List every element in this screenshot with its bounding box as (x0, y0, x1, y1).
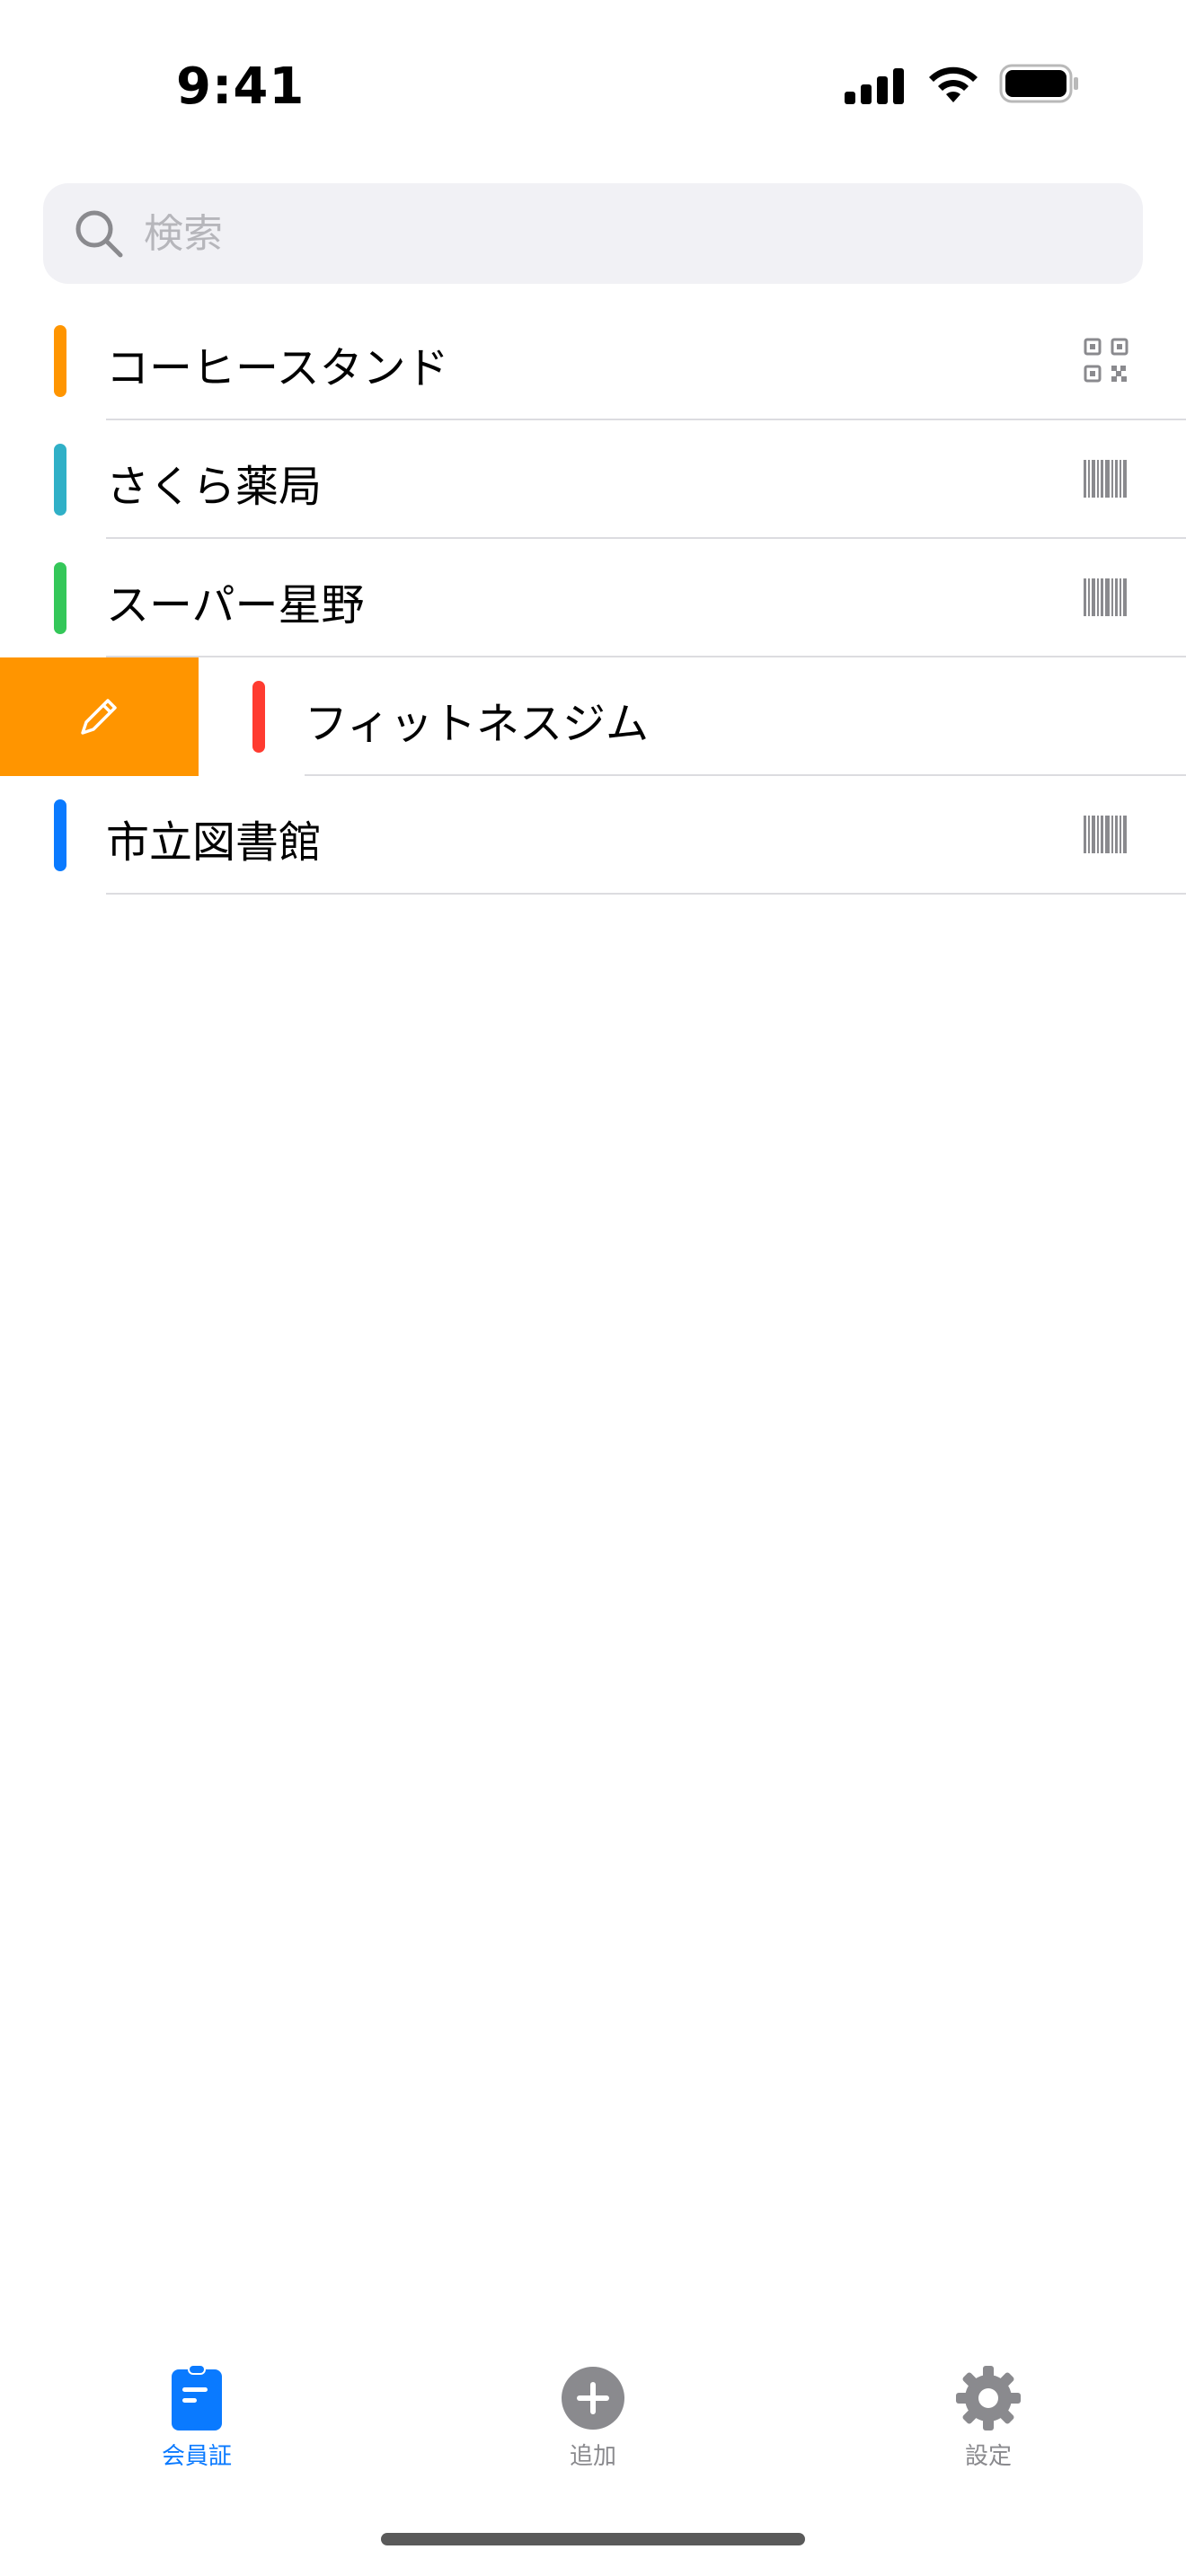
tab-bar: 会員証 追加 設定 (0, 2344, 1186, 2497)
card-row-content: さくら薬局 (0, 420, 1186, 539)
card-name: スーパー星野 (106, 580, 365, 631)
card-list: コーヒースタンド さくら薬局スーパー星野フィットネスジム市立図書館 (0, 302, 1186, 895)
wifi-icon (929, 66, 978, 102)
tab-membership-cards[interactable]: 会員証 (107, 2364, 287, 2490)
home-indicator (381, 2533, 805, 2545)
card-row-content: フィットネスジム (199, 657, 1186, 776)
qr-code-icon (1084, 338, 1128, 383)
membership-card-icon (172, 2364, 222, 2430)
card-row[interactable]: フィットネスジム (0, 657, 1186, 776)
card-row[interactable]: 市立図書館 (0, 776, 1186, 895)
card-color-indicator (54, 325, 66, 397)
card-row[interactable]: さくら薬局 (0, 420, 1186, 539)
tab-add[interactable]: 追加 (503, 2364, 683, 2490)
app-screen: 9:41 コーヒース (0, 0, 1186, 2576)
card-row-content: 市立図書館 (0, 776, 1186, 895)
search-input[interactable] (144, 199, 1114, 268)
status-icons (845, 63, 1078, 108)
gear-icon (956, 2366, 1021, 2430)
card-color-indicator (54, 444, 66, 516)
card-color-indicator (54, 562, 66, 634)
card-name: フィットネスジム (305, 699, 650, 749)
card-row[interactable]: スーパー星野 (0, 539, 1186, 657)
signal-icon (845, 68, 904, 104)
card-row[interactable]: コーヒースタンド (0, 302, 1186, 420)
pencil-icon (81, 699, 117, 735)
card-row-content: コーヒースタンド (0, 302, 1186, 420)
battery-icon (999, 64, 1078, 103)
barcode-icon (1084, 460, 1127, 498)
tab-settings[interactable]: 設定 (898, 2364, 1078, 2490)
status-time: 9:41 (176, 57, 305, 116)
row-divider (106, 893, 1186, 895)
search-bar[interactable] (43, 183, 1143, 284)
tab-label: 会員証 (161, 2443, 232, 2470)
card-name: コーヒースタンド (106, 343, 449, 393)
search-icon (75, 210, 123, 258)
barcode-icon (1084, 578, 1127, 616)
card-color-indicator (54, 799, 66, 871)
card-name: 市立図書館 (106, 817, 323, 868)
tab-label: 設定 (964, 2443, 1012, 2470)
card-row-content: スーパー星野 (0, 539, 1186, 657)
tab-label: 追加 (569, 2443, 616, 2470)
plus-circle-icon (562, 2367, 624, 2430)
card-color-indicator (252, 681, 265, 753)
card-name: さくら薬局 (106, 462, 323, 512)
barcode-icon (1084, 816, 1127, 853)
edit-action-button[interactable] (0, 657, 199, 776)
